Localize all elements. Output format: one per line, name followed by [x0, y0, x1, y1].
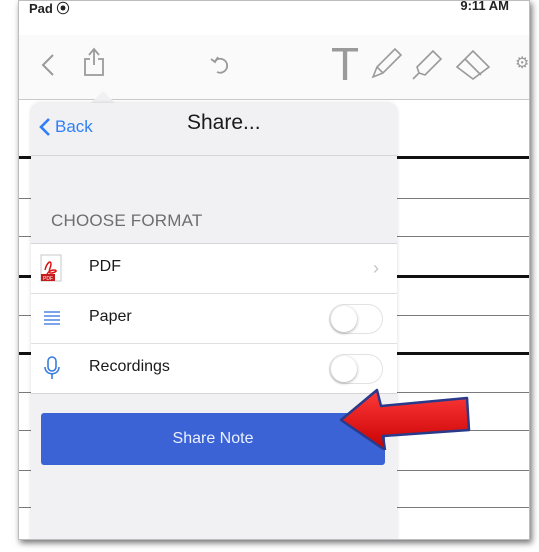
- section-label: CHOOSE FORMAT: [51, 211, 203, 230]
- status-time: 9:11 AM: [460, 0, 509, 13]
- option-label: Recordings: [89, 358, 170, 375]
- recordings-toggle[interactable]: [329, 354, 383, 384]
- chevron-right-icon: ›: [373, 258, 379, 278]
- popover-caret: [91, 91, 115, 103]
- option-label: Paper: [89, 308, 132, 325]
- pdf-icon: PDF: [40, 254, 62, 282]
- microphone-icon: [44, 356, 60, 379]
- popover-header: Back Share...: [31, 103, 397, 156]
- text-tool-icon[interactable]: T: [331, 37, 359, 91]
- svg-text:PDF: PDF: [43, 276, 53, 282]
- red-arrow-annotation: [339, 388, 471, 450]
- format-list: PDF PDF › Paper Recordings: [31, 243, 397, 394]
- chevron-left-icon: [39, 118, 50, 136]
- settings-icon[interactable]: ⚙: [515, 53, 529, 73]
- back-icon[interactable]: [41, 53, 55, 77]
- paper-icon: [42, 307, 62, 329]
- wifi-icon: ⦿: [56, 1, 70, 16]
- list-item-paper[interactable]: Paper: [31, 294, 397, 344]
- screenshot-frame: Pad ⦿ 9:11 AM T ⚙ Back Share... CHOOSE F…: [18, 0, 530, 540]
- share-popover: Back Share... CHOOSE FORMAT PDF PDF › Pa…: [31, 103, 397, 539]
- eraser-icon[interactable]: [453, 47, 493, 81]
- undo-icon[interactable]: [209, 53, 231, 75]
- status-device: Pad ⦿: [29, 1, 70, 16]
- share-icon[interactable]: [83, 47, 105, 77]
- list-item-pdf[interactable]: PDF PDF ›: [31, 244, 397, 294]
- option-label: PDF: [89, 258, 121, 275]
- back-label: Back: [55, 117, 93, 136]
- pen-icon[interactable]: [369, 47, 403, 81]
- paper-toggle[interactable]: [329, 304, 383, 334]
- back-button[interactable]: Back: [39, 117, 93, 137]
- share-note-button[interactable]: Share Note: [41, 413, 385, 465]
- highlighter-icon[interactable]: [411, 47, 445, 81]
- popover-title: Share...: [187, 111, 261, 134]
